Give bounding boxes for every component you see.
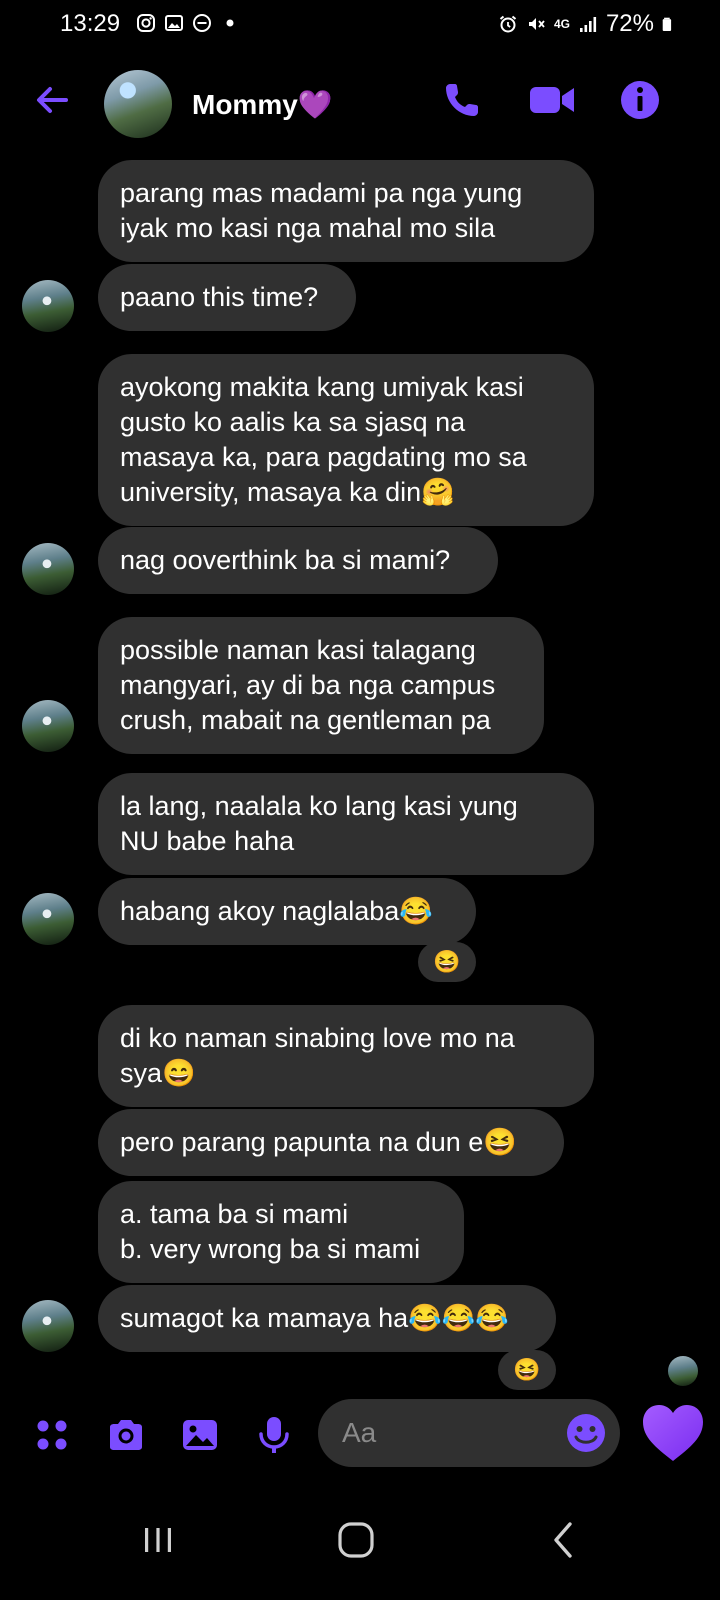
video-camera-icon[interactable]	[528, 78, 576, 122]
message-bubble[interactable]: parang mas madami pa nga yung iyak mo ka…	[98, 160, 594, 262]
message-bubble[interactable]: possible naman kasi talagang mangyari, a…	[98, 617, 544, 754]
read-receipt-avatar	[668, 1356, 698, 1386]
back-arrow-icon[interactable]	[32, 80, 72, 120]
camera-icon[interactable]	[104, 1413, 148, 1457]
battery-percent: 72%	[605, 10, 654, 37]
sender-avatar[interactable]	[22, 280, 74, 332]
message-bubble[interactable]: pero parang papunta na dun e😆	[98, 1109, 564, 1176]
gallery-notification-icon	[165, 15, 183, 31]
network-type: 4G	[553, 17, 570, 31]
message-bubble[interactable]: habang akoy naglalaba😂	[98, 878, 476, 945]
contact-avatar[interactable]	[104, 70, 172, 138]
signal-icon	[579, 17, 597, 32]
phone-icon[interactable]	[440, 78, 484, 122]
system-indicators: 4G 72%	[498, 10, 676, 38]
home-icon[interactable]	[326, 1510, 386, 1570]
gallery-icon[interactable]	[178, 1413, 222, 1457]
message-bubble[interactable]: sumagot ka mamaya ha😂😂😂	[98, 1285, 556, 1352]
dot-icon	[226, 19, 234, 27]
sender-avatar[interactable]	[22, 700, 74, 752]
sender-avatar[interactable]	[22, 543, 74, 595]
status-bar: 13:29 4G 72%	[0, 0, 720, 52]
alarm-icon	[499, 15, 517, 33]
status-time: 13:29	[60, 10, 121, 37]
sender-avatar[interactable]	[22, 1300, 74, 1352]
do-not-disturb-icon	[193, 14, 211, 32]
recent-apps-icon[interactable]	[128, 1510, 188, 1570]
message-bubble[interactable]: la lang, naalala ko lang kasi yung NU ba…	[98, 773, 594, 875]
message-bubble[interactable]: di ko naman sinabing love mo na sya😄	[98, 1005, 594, 1107]
message-bubble[interactable]: ayokong makita kang umiyak kasi gusto ko…	[98, 354, 594, 526]
instagram-icon	[137, 14, 155, 32]
microphone-icon[interactable]	[252, 1413, 296, 1457]
battery-icon	[662, 17, 672, 31]
composer-bar	[0, 1395, 720, 1475]
mute-icon	[528, 18, 545, 30]
sender-avatar[interactable]	[22, 893, 74, 945]
notification-icons	[136, 13, 240, 33]
info-icon[interactable]	[618, 78, 662, 122]
reaction-badge[interactable]: 😆	[498, 1350, 556, 1390]
message-bubble[interactable]: paano this time?	[98, 264, 356, 331]
message-bubble[interactable]: a. tama ba si mami b. very wrong ba si m…	[98, 1181, 464, 1283]
reaction-badge[interactable]: 😆	[418, 942, 476, 982]
emoji-icon[interactable]	[564, 1411, 608, 1455]
heart-icon[interactable]	[640, 1401, 706, 1465]
apps-icon[interactable]	[30, 1413, 74, 1457]
system-navigation-bar	[0, 1480, 720, 1600]
contact-name[interactable]: Mommy💜	[192, 88, 333, 121]
back-nav-icon[interactable]	[534, 1510, 594, 1570]
chat-header: Mommy💜	[0, 60, 720, 150]
message-bubble[interactable]: nag ooverthink ba si mami?	[98, 527, 498, 594]
